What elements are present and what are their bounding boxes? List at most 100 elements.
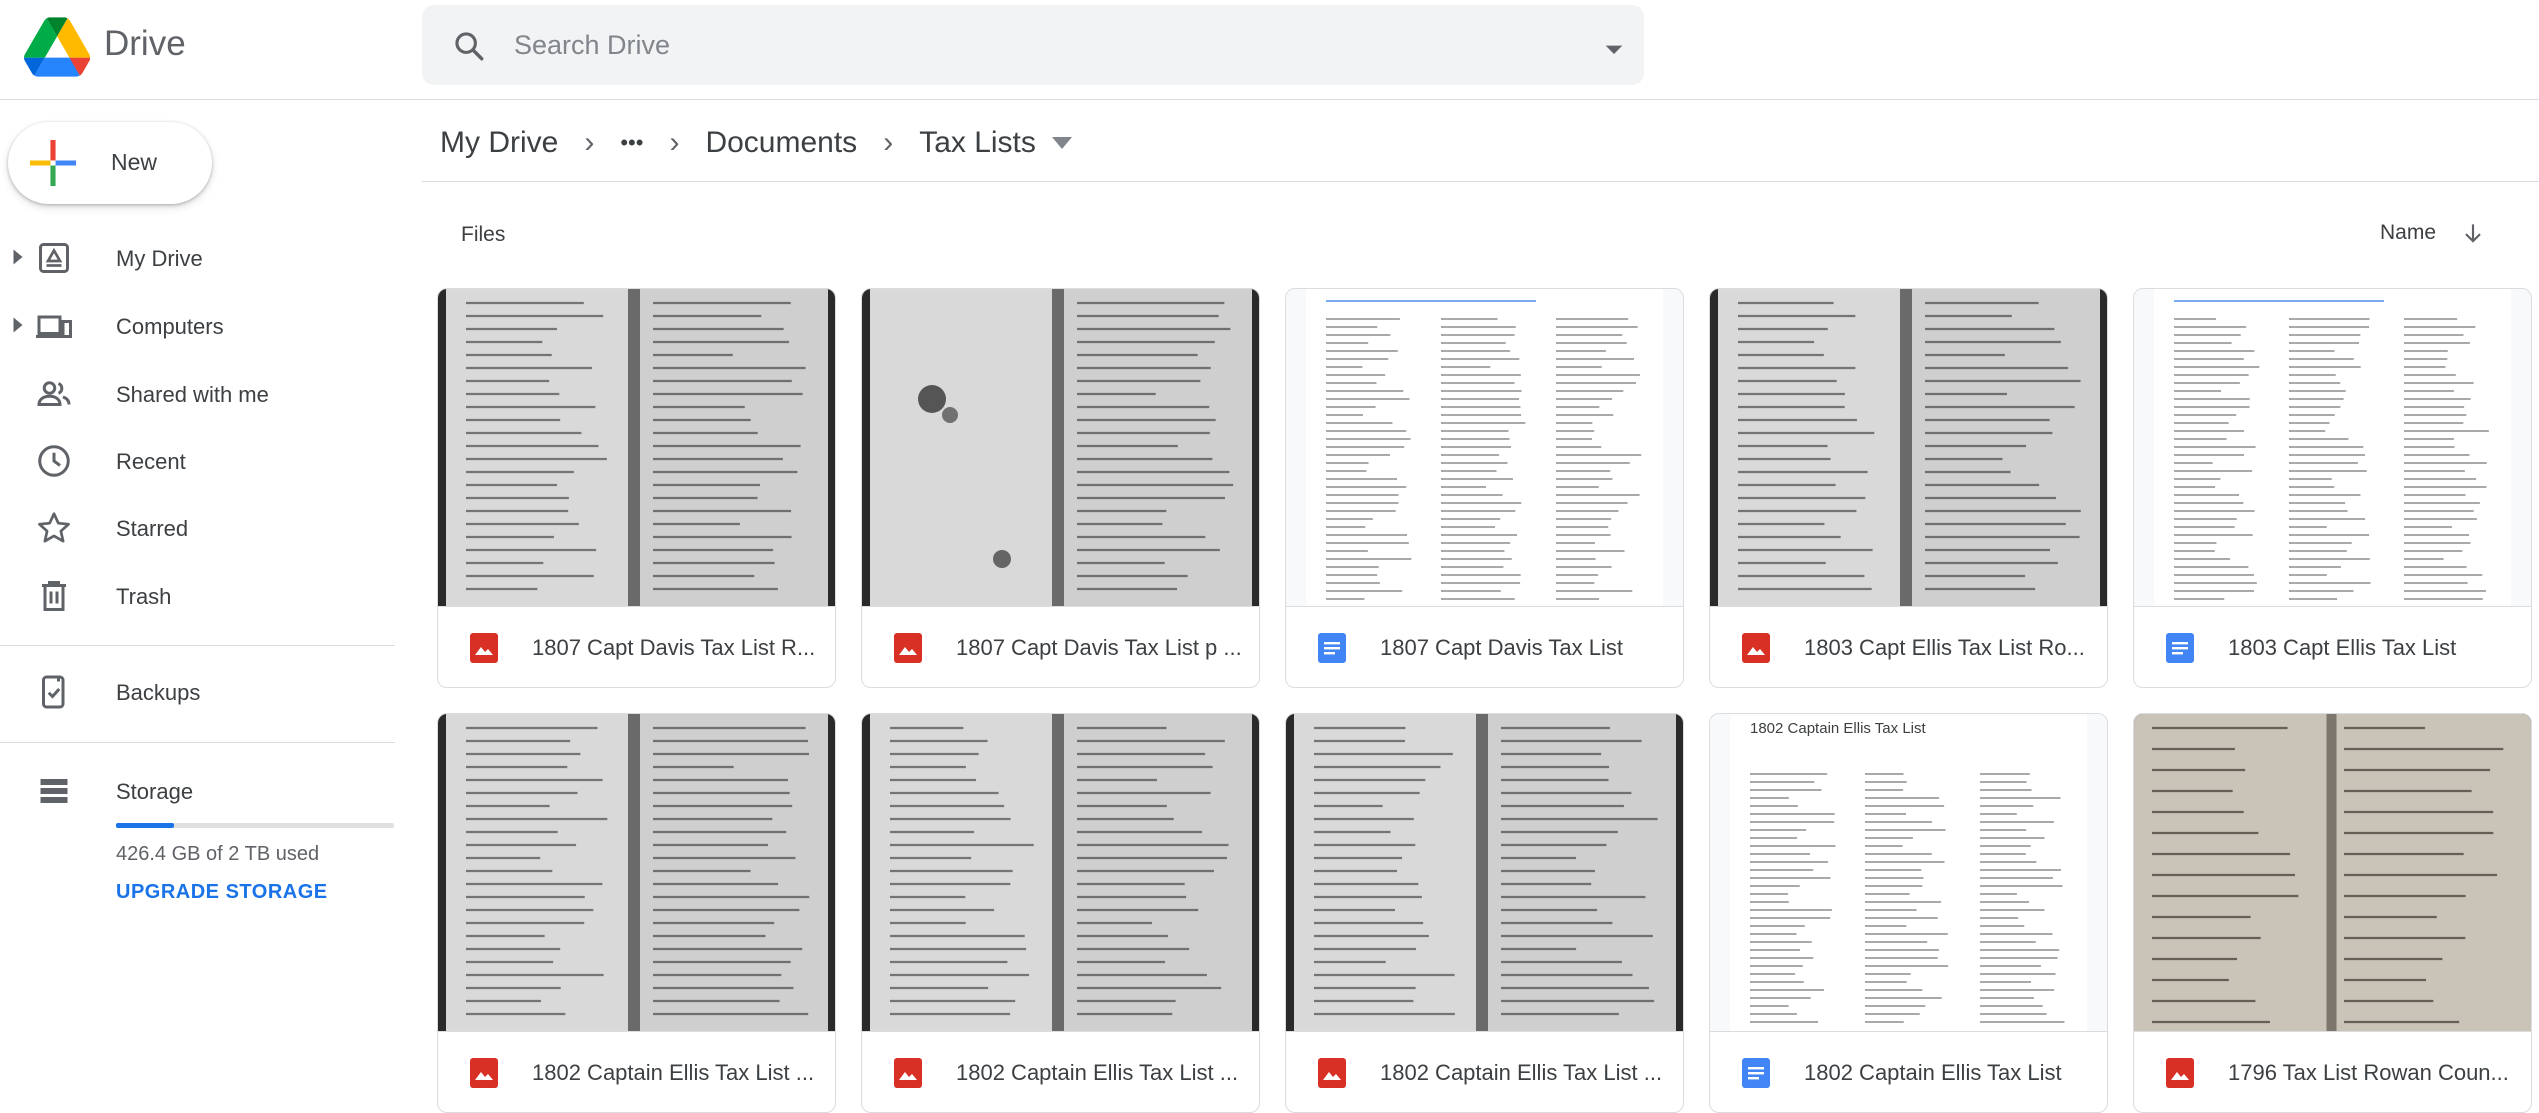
sort-label[interactable]: Name [2380, 221, 2436, 245]
file-card-footer[interactable]: 1803 Capt Ellis Tax List [2134, 606, 2531, 687]
storage-used-text: 426.4 GB of 2 TB used [116, 843, 320, 865]
file-card-footer[interactable]: 1802 Captain Ellis Tax List ... [1286, 1031, 1683, 1112]
file-thumbnail[interactable] [438, 289, 835, 606]
image-file-icon [1318, 1058, 1346, 1088]
file-name: 1802 Captain Ellis Tax List ... [956, 1060, 1239, 1085]
sidebar-item-backups[interactable]: Backups [0, 658, 395, 726]
sidebar-item-shared-with-me[interactable]: Shared with me [0, 360, 395, 428]
search-bar[interactable] [422, 5, 1644, 85]
file-card-footer[interactable]: 1807 Capt Davis Tax List R... [438, 606, 835, 687]
drive-logo-icon[interactable] [24, 14, 90, 80]
new-button-label: New [111, 149, 158, 175]
star-icon [38, 512, 70, 543]
search-input[interactable] [514, 21, 1514, 69]
chevron-down-icon[interactable] [1051, 137, 1072, 149]
image-file-icon [894, 633, 922, 663]
doc-preview-title: 1802 Captain Ellis Tax List [1750, 720, 1926, 737]
search-options-dropdown-icon[interactable] [1594, 29, 1634, 69]
sidebar-item-label: Starred [116, 516, 189, 541]
file-card[interactable]: 1796 Tax List Rowan Coun... [2133, 713, 2532, 1113]
file-name: 1807 Capt Davis Tax List R... [532, 635, 816, 660]
file-thumbnail[interactable] [2134, 289, 2531, 606]
file-name: 1802 Captain Ellis Tax List [1804, 1060, 2062, 1085]
file-name: 1802 Captain Ellis Tax List ... [1380, 1060, 1663, 1085]
app-name[interactable]: Drive [104, 24, 186, 64]
people-icon [37, 381, 71, 406]
breadcrumb-more[interactable]: ••• [620, 130, 643, 156]
google-doc-icon [1318, 633, 1346, 663]
chevron-right-icon: › [584, 126, 595, 159]
sidebar-item-label: Storage [116, 779, 194, 804]
file-card[interactable]: 1802 Captain Ellis Tax List ... [1285, 713, 1684, 1113]
clock-icon [38, 445, 70, 477]
sidebar-item-label: Computers [116, 314, 224, 339]
chevron-right-icon: › [883, 126, 894, 159]
sidebar-item-label: Trash [116, 584, 172, 609]
drive-icon [39, 243, 69, 273]
file-thumbnail[interactable] [1710, 289, 2107, 606]
file-thumbnail[interactable] [438, 714, 835, 1031]
breadcrumb-my-drive[interactable]: My Drive [440, 126, 558, 160]
computers-icon [36, 315, 72, 338]
file-thumbnail[interactable] [862, 289, 1259, 606]
file-card[interactable]: 1807 Capt Davis Tax List [1285, 288, 1684, 688]
sidebar-item-starred[interactable]: Starred [0, 494, 395, 562]
sidebar-item-label: My Drive [116, 246, 203, 271]
sidebar-item-computers[interactable]: Computers [0, 292, 395, 360]
expand-caret-icon[interactable] [12, 316, 24, 334]
new-button[interactable]: New [8, 122, 212, 204]
storage-icon [40, 779, 68, 803]
file-name: 1807 Capt Davis Tax List p ... [956, 635, 1242, 660]
file-card[interactable]: 1803 Capt Ellis Tax List [2133, 288, 2532, 688]
search-icon[interactable] [452, 29, 486, 63]
breadcrumb: My Drive › ••• › Documents › Tax Lists [440, 118, 1072, 168]
file-card[interactable]: 1802 Captain Ellis Tax List ... [861, 713, 1260, 1113]
file-card[interactable]: 1807 Capt Davis Tax List p ... [861, 288, 1260, 688]
file-card-footer[interactable]: 1803 Capt Ellis Tax List Ro... [1710, 606, 2107, 687]
sidebar-item-trash[interactable]: Trash [0, 562, 395, 630]
file-card[interactable]: 1802 Captain Ellis Tax List ... [437, 713, 836, 1113]
breadcrumb-current-folder[interactable]: Tax Lists [919, 126, 1072, 160]
file-card-footer[interactable]: 1807 Capt Davis Tax List p ... [862, 606, 1259, 687]
file-thumbnail[interactable] [1286, 714, 1683, 1031]
file-card[interactable]: 1803 Capt Ellis Tax List Ro... [1709, 288, 2108, 688]
file-name: 1803 Capt Ellis Tax List [2228, 635, 2457, 660]
sidebar-divider [0, 645, 395, 646]
sidebar-item-label: Shared with me [116, 382, 269, 407]
trash-icon [42, 581, 66, 611]
sidebar-item-my-drive[interactable]: My Drive [0, 224, 395, 292]
file-thumbnail[interactable]: 1802 Captain Ellis Tax List [1710, 714, 2107, 1031]
arrow-down-icon[interactable] [2460, 220, 2486, 246]
file-card-footer[interactable]: 1807 Capt Davis Tax List [1286, 606, 1683, 687]
file-name: 1807 Capt Davis Tax List [1380, 635, 1623, 660]
breadcrumb-documents[interactable]: Documents [705, 126, 857, 160]
sidebar-item-label: Backups [116, 680, 201, 705]
sidebar-divider [0, 742, 395, 743]
file-name: 1802 Captain Ellis Tax List ... [532, 1060, 815, 1085]
image-file-icon [894, 1058, 922, 1088]
image-file-icon [470, 1058, 498, 1088]
breadcrumb-tax-lists: Tax Lists [919, 126, 1036, 159]
file-thumbnail[interactable] [1286, 289, 1683, 606]
google-doc-icon [2166, 633, 2194, 663]
chevron-right-icon: › [669, 126, 680, 159]
file-thumbnail[interactable] [862, 714, 1259, 1031]
sidebar-item-storage[interactable]: Storage [0, 757, 395, 825]
expand-caret-icon[interactable] [12, 248, 24, 266]
image-file-icon [1742, 633, 1770, 663]
file-card-footer[interactable]: 1802 Captain Ellis Tax List ... [862, 1031, 1259, 1112]
content-divider [422, 181, 2539, 182]
file-card-footer[interactable]: 1796 Tax List Rowan Coun... [2134, 1031, 2531, 1112]
sidebar-item-recent[interactable]: Recent [0, 427, 395, 495]
file-card-footer[interactable]: 1802 Captain Ellis Tax List [1710, 1031, 2107, 1112]
sort-control[interactable]: Name [2380, 220, 2486, 246]
file-thumbnail[interactable] [2134, 714, 2531, 1031]
file-name: 1796 Tax List Rowan Coun... [2228, 1060, 2509, 1085]
plus-icon [30, 140, 76, 186]
file-card[interactable]: 1802 Captain Ellis Tax List 1802 Captain … [1709, 713, 2108, 1113]
storage-progress-fill [116, 823, 175, 828]
upgrade-storage-link[interactable]: UPGRADE STORAGE [116, 881, 328, 904]
file-card[interactable]: 1807 Capt Davis Tax List R... [437, 288, 836, 688]
image-file-icon [2166, 1058, 2194, 1088]
file-card-footer[interactable]: 1802 Captain Ellis Tax List ... [438, 1031, 835, 1112]
